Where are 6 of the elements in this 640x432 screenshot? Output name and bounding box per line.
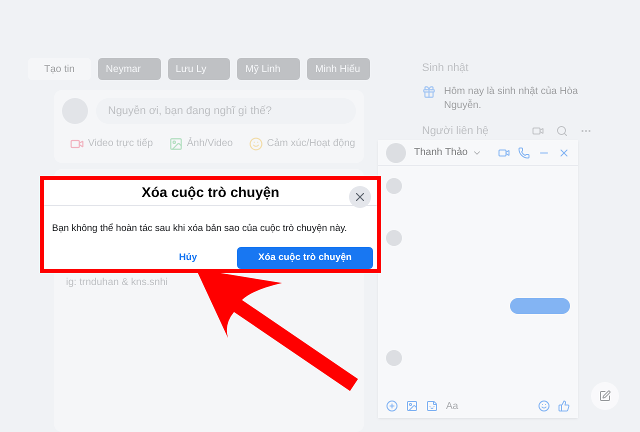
dialog-message: Bạn không thể hoàn tác sau khi xóa bản sao của cuộc trò chuyện này. [52, 223, 348, 234]
birthday-text: Hôm nay là sinh nhật của Hòa Nguyễn. [444, 84, 579, 112]
dialog-title: Xóa cuộc trò chuyện [142, 183, 280, 202]
confirm-delete-button[interactable]: Xóa cuộc trò chuyện [237, 247, 373, 269]
cancel-link[interactable]: Hủy [169, 250, 207, 266]
create-story-tab[interactable]: Tạo tin [28, 58, 91, 80]
